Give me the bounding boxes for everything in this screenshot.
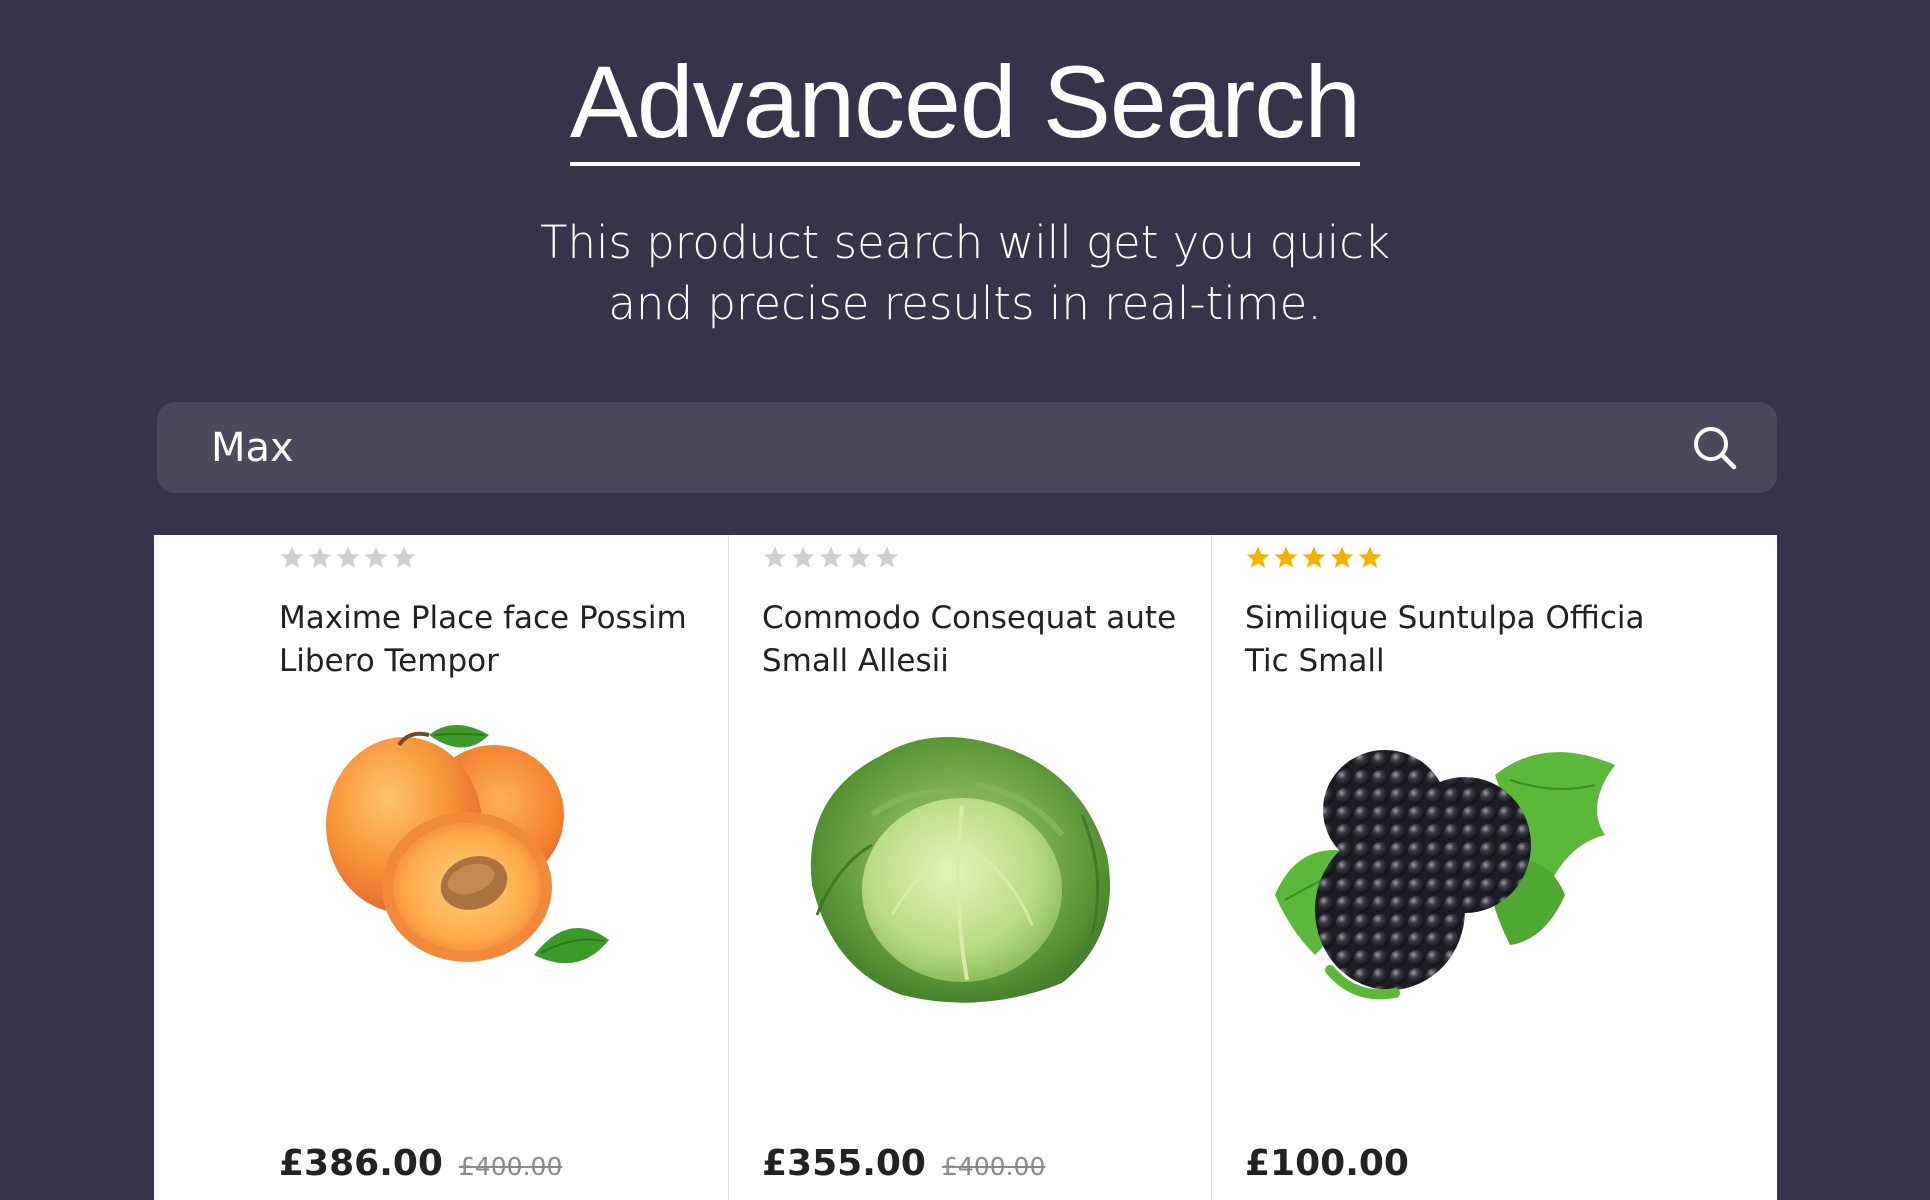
product-price: £100.00: [1245, 1143, 1409, 1184]
search-results: Maxime Place face Possim Libero Tempor £…: [154, 535, 1777, 1200]
star-empty-icon: [847, 546, 871, 568]
star-filled-icon: [1274, 546, 1298, 568]
star-empty-icon: [308, 546, 332, 568]
price-row: £355.00 £400.00: [762, 1143, 1045, 1184]
product-card[interactable]: Similique Suntulpa Officia Tic Small £10…: [1212, 535, 1777, 1200]
search-bar: [157, 402, 1777, 493]
search-input[interactable]: [211, 417, 1687, 478]
product-name[interactable]: Maxime Place face Possim Libero Tempor: [279, 597, 699, 683]
star-empty-icon: [364, 546, 388, 568]
product-image-cabbage[interactable]: [762, 715, 1172, 1015]
page-title: Advanced Search: [569, 48, 1361, 167]
product-old-price: £400.00: [458, 1152, 563, 1181]
price-row: £386.00 £400.00: [279, 1143, 562, 1184]
page-title-wrapper: Advanced Search: [0, 48, 1930, 167]
product-old-price: £400.00: [941, 1152, 1046, 1181]
price-row: £100.00: [1245, 1143, 1425, 1184]
product-image-apricot[interactable]: [279, 715, 689, 1015]
star-empty-icon: [763, 546, 787, 568]
product-price: £355.00: [762, 1143, 926, 1184]
product-image-blackberries[interactable]: [1245, 715, 1655, 1015]
star-empty-icon: [819, 546, 843, 568]
blackberries-image: [1275, 750, 1615, 1000]
star-filled-icon: [1358, 546, 1382, 568]
star-empty-icon: [280, 546, 304, 568]
star-rating: [762, 545, 900, 571]
star-filled-icon: [1302, 546, 1326, 568]
star-empty-icon: [336, 546, 360, 568]
page-subtitle: This product search will get you quick a…: [0, 212, 1930, 334]
star-filled-icon: [1330, 546, 1354, 568]
star-rating: [1245, 545, 1383, 571]
star-rating: [279, 545, 417, 571]
cabbage-image: [810, 737, 1110, 1003]
star-filled-icon: [1246, 546, 1270, 568]
search-icon[interactable]: [1687, 420, 1743, 476]
product-card[interactable]: Commodo Consequat aute Small Allesii £35…: [729, 535, 1212, 1200]
product-price: £386.00: [279, 1143, 443, 1184]
product-name[interactable]: Similique Suntulpa Officia Tic Small: [1245, 597, 1665, 683]
apricot-image: [326, 725, 609, 964]
subtitle-line-2: and precise results in real-time.: [608, 277, 1322, 330]
star-empty-icon: [392, 546, 416, 568]
product-name[interactable]: Commodo Consequat aute Small Allesii: [762, 597, 1182, 683]
star-empty-icon: [791, 546, 815, 568]
product-card[interactable]: Maxime Place face Possim Libero Tempor £…: [154, 535, 729, 1200]
subtitle-line-1: This product search will get you quick: [539, 216, 1391, 269]
star-empty-icon: [875, 546, 899, 568]
